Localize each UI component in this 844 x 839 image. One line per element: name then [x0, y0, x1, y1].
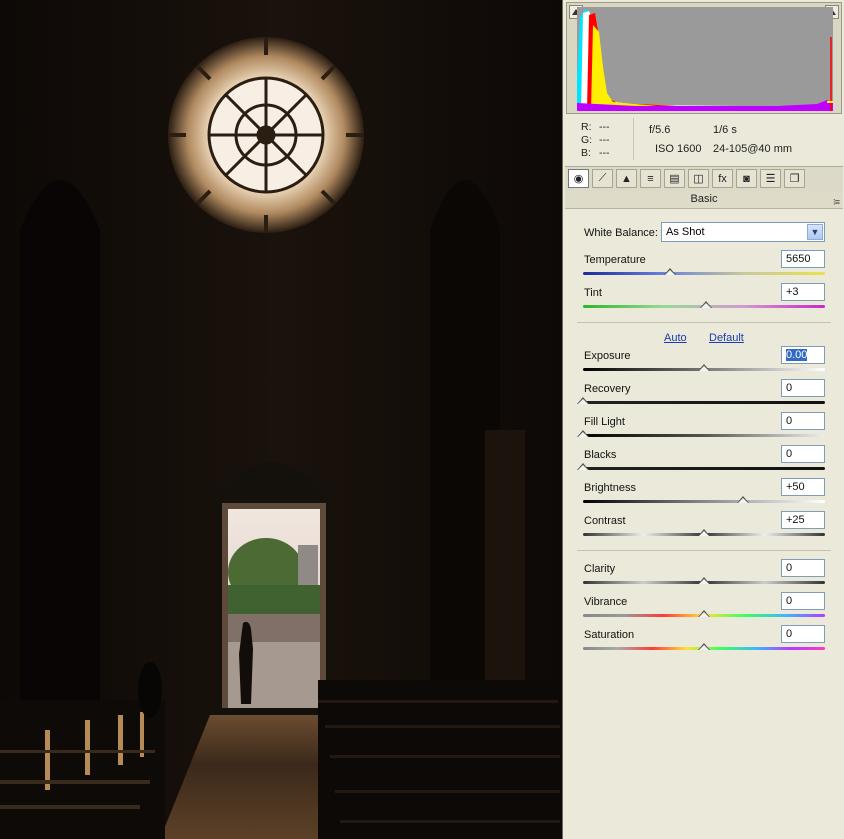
exposure-value: 0.00 [786, 349, 808, 361]
image-info: R: --- G: --- B: --- f/5.6 1/6 s ISO 160… [563, 116, 844, 162]
church-interior-photo [0, 0, 562, 839]
g-value: --- [599, 134, 610, 146]
brightness-slider-track[interactable] [583, 500, 825, 503]
panel-tabs: ◉ ⟋ ▲ ≡ ▤ ◫ fx ◙ ☰ ❐ [565, 166, 843, 192]
brightness-input[interactable]: +50 [781, 478, 825, 496]
fill-light-input[interactable]: 0 [781, 412, 825, 430]
fill-light-value: 0 [786, 415, 793, 427]
histogram-graph [577, 9, 833, 111]
tone-curve-icon[interactable]: ⟋ [592, 169, 613, 188]
temperature-label: Temperature [584, 254, 646, 266]
saturation-label: Saturation [584, 629, 635, 641]
exposure-input[interactable]: 0.00 [781, 346, 825, 364]
default-link[interactable]: Default [709, 332, 744, 344]
auto-link[interactable]: Auto [664, 332, 687, 344]
snapshots-icon[interactable]: ❐ [784, 169, 805, 188]
temperature-value: 5650 [786, 253, 811, 265]
recovery-value: 0 [786, 382, 793, 394]
blacks-value: 0 [786, 448, 793, 460]
info-divider [633, 118, 634, 160]
panel-menu-icon[interactable]: ⁝≡ [833, 194, 840, 211]
contrast-value: +25 [786, 514, 805, 526]
blacks-label: Blacks [584, 449, 617, 461]
r-value: --- [599, 121, 610, 133]
contrast-label: Contrast [584, 515, 626, 527]
group-divider [577, 550, 831, 551]
detail-icon[interactable]: ▲ [616, 169, 637, 188]
exposure-label: Exposure [584, 350, 631, 362]
g-label: G: [581, 134, 593, 146]
recovery-label: Recovery [584, 383, 631, 395]
contrast-input[interactable]: +25 [781, 511, 825, 529]
blacks-input[interactable]: 0 [781, 445, 825, 463]
white-balance-value: As Shot [666, 226, 705, 238]
clarity-input[interactable]: 0 [781, 559, 825, 577]
r-label: R: [581, 121, 592, 133]
iso-value: ISO 1600 [655, 143, 702, 155]
clarity-value: 0 [786, 562, 793, 574]
vibrance-label: Vibrance [584, 596, 628, 608]
histogram [577, 7, 833, 111]
lens-value: 24-105@40 mm [713, 143, 793, 155]
white-balance-select[interactable]: As Shot ▼ [661, 222, 825, 242]
fill-light-slider-track[interactable] [583, 434, 825, 437]
tint-value: +3 [786, 286, 799, 298]
b-value: --- [599, 147, 610, 159]
aperture-icon[interactable]: ◉ [568, 169, 589, 188]
camera-calibration-icon[interactable]: ◙ [736, 169, 757, 188]
histogram-panel [566, 2, 842, 114]
saturation-value: 0 [786, 628, 793, 640]
group-divider [577, 322, 831, 323]
camera-raw-panel: R: --- G: --- B: --- f/5.6 1/6 s ISO 160… [562, 0, 844, 839]
recovery-slider-track[interactable] [583, 401, 825, 404]
split-toning-icon[interactable]: ▤ [664, 169, 685, 188]
brightness-value: +50 [786, 481, 805, 493]
vibrance-value: 0 [786, 595, 793, 607]
lens-corrections-icon[interactable]: ◫ [688, 169, 709, 188]
aperture-value: f/5.6 [649, 124, 671, 136]
saturation-input[interactable]: 0 [781, 625, 825, 643]
chevron-down-icon[interactable]: ▼ [807, 224, 823, 240]
photo-preview[interactable] [0, 0, 562, 839]
hsl-icon[interactable]: ≡ [640, 169, 661, 188]
brightness-label: Brightness [584, 482, 636, 494]
b-label: B: [581, 147, 591, 159]
effects-icon[interactable]: fx [712, 169, 733, 188]
vibrance-input[interactable]: 0 [781, 592, 825, 610]
section-header: Basic ⁝≡ [565, 191, 843, 209]
temperature-slider-track[interactable] [583, 272, 825, 275]
presets-icon[interactable]: ☰ [760, 169, 781, 188]
blacks-slider-track[interactable] [583, 467, 825, 470]
section-title: Basic [690, 193, 718, 205]
shutter-value: 1/6 s [713, 124, 737, 136]
fill-light-label: Fill Light [584, 416, 625, 428]
white-balance-label: White Balance: [584, 227, 658, 239]
tint-label: Tint [584, 287, 602, 299]
clarity-label: Clarity [584, 563, 616, 575]
recovery-input[interactable]: 0 [781, 379, 825, 397]
temperature-input[interactable]: 5650 [781, 250, 825, 268]
tint-input[interactable]: +3 [781, 283, 825, 301]
